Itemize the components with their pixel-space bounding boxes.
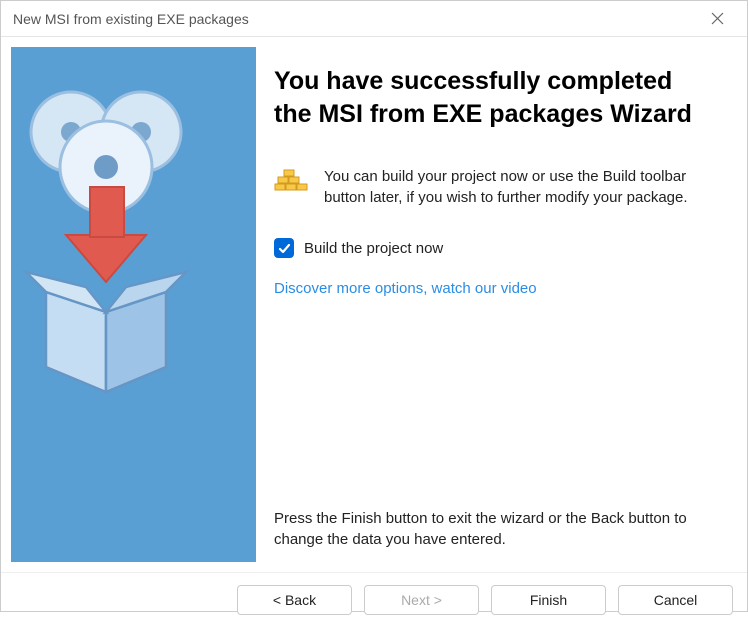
info-text: You can build your project now or use th…: [324, 166, 715, 208]
button-bar: < Back Next > Finish Cancel: [1, 572, 747, 629]
close-button[interactable]: [699, 1, 735, 37]
spacer: [274, 297, 715, 508]
wizard-window: New MSI from existing EXE packages: [0, 0, 748, 612]
title-bar: New MSI from existing EXE packages: [1, 1, 747, 37]
cancel-button[interactable]: Cancel: [618, 585, 733, 615]
discover-video-link[interactable]: Discover more options, watch our video: [274, 280, 715, 297]
footer-hint: Press the Finish button to exit the wiza…: [274, 508, 715, 550]
content-area: You have successfully completed the MSI …: [1, 37, 747, 572]
main-content: You have successfully completed the MSI …: [266, 37, 747, 572]
wizard-sidebar-image: [11, 47, 256, 562]
build-now-checkbox[interactable]: [274, 238, 294, 258]
finish-button[interactable]: Finish: [491, 585, 606, 615]
build-brick-icon: [274, 166, 308, 200]
window-title: New MSI from existing EXE packages: [13, 11, 699, 27]
wizard-heading: You have successfully completed the MSI …: [274, 65, 715, 130]
close-icon: [711, 12, 724, 25]
checkmark-icon: [278, 242, 291, 255]
install-box-icon: [11, 47, 256, 557]
info-row: You can build your project now or use th…: [274, 166, 715, 208]
build-now-label: Build the project now: [304, 240, 443, 257]
build-now-checkbox-row: Build the project now: [274, 238, 715, 258]
next-button: Next >: [364, 585, 479, 615]
back-button[interactable]: < Back: [237, 585, 352, 615]
